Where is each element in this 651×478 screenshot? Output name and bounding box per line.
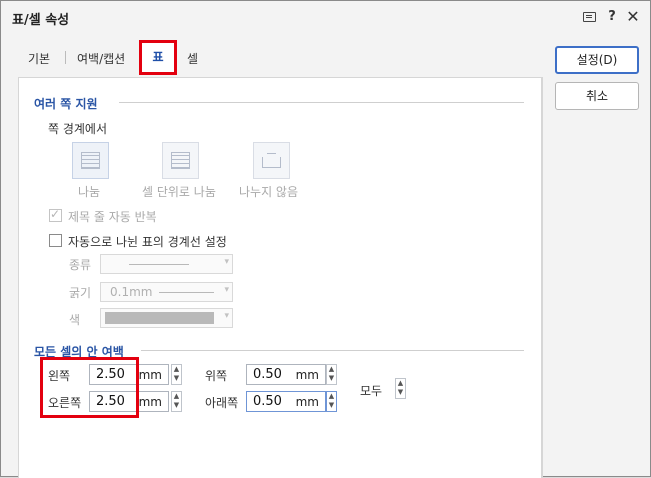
tab-table[interactable]: 표 <box>139 40 177 75</box>
auto-border-checkbox[interactable] <box>49 234 62 247</box>
tab-margin-caption[interactable]: 여백/캡션 <box>77 50 125 67</box>
unit-label: mm <box>295 395 319 409</box>
repeat-header-checkbox[interactable] <box>49 207 62 222</box>
top-margin-spinner[interactable]: ▲ ▼ <box>326 364 337 385</box>
section-multi-page-title: 여러 쪽 지원 <box>34 97 98 111</box>
line-color-dropdown[interactable]: ▾ <box>100 308 233 328</box>
highlight-frame <box>40 357 139 418</box>
no-split-button[interactable] <box>253 142 290 179</box>
bottom-margin-spinner[interactable]: ▲ ▼ <box>326 391 337 412</box>
section-divider <box>119 102 524 103</box>
dialog-title: 표/셀 속성 <box>12 13 70 28</box>
split-table-button[interactable] <box>72 142 109 179</box>
no-split-label: 나누지 않음 <box>239 185 299 199</box>
top-margin-label: 위쪽 <box>205 369 228 383</box>
chevron-down-icon: ▾ <box>224 257 229 267</box>
top-margin-value: 0.50 <box>253 367 282 382</box>
help-icon[interactable]: ? <box>603 8 621 26</box>
top-margin-input[interactable]: 0.50 mm <box>246 364 326 385</box>
chevron-down-icon: ▾ <box>224 311 229 321</box>
unit-label: mm <box>138 368 162 382</box>
split-table-label: 나눔 <box>78 185 101 199</box>
section-divider <box>141 350 524 351</box>
line-thickness-label: 굵기 <box>69 286 92 300</box>
line-kind-preview <box>129 264 189 265</box>
auto-border-label: 자동으로 나뉜 표의 경계선 설정 <box>68 235 227 249</box>
line-thickness-value: 0.1mm <box>110 285 153 299</box>
tab-cell[interactable]: 셀 <box>187 50 198 67</box>
line-color-swatch <box>105 312 214 324</box>
right-margin-spinner[interactable]: ▲ ▼ <box>171 391 182 412</box>
bottom-margin-label: 아래쪽 <box>205 396 239 410</box>
line-thickness-preview <box>159 292 214 293</box>
tab-bar: 기본 여백/캡션 셀 <box>1 41 541 71</box>
all-margin-label: 모두 <box>360 384 383 398</box>
line-kind-label: 종류 <box>69 258 92 272</box>
page-boundary-label: 쪽 경계에서 <box>48 122 108 136</box>
dialog-window: 표/셀 속성 ? ✕ 기본 여백/캡션 셀 표 여러 쪽 지원 쪽 경계에서 나… <box>0 0 651 478</box>
title-bar: 표/셀 속성 ? ✕ <box>1 1 650 33</box>
tab-divider <box>65 51 66 64</box>
all-margin-spinner[interactable]: ▲ ▼ <box>395 378 406 399</box>
line-color-label: 색 <box>69 313 81 327</box>
no-split-icon <box>262 153 281 168</box>
split-by-cell-button[interactable] <box>162 142 199 179</box>
panel-edge <box>542 77 543 478</box>
ok-button[interactable]: 설정(D) <box>555 46 639 74</box>
bottom-margin-value: 0.50 <box>253 394 282 409</box>
unit-label: mm <box>295 368 319 382</box>
chevron-down-icon: ▾ <box>224 285 229 295</box>
tab-basic[interactable]: 기본 <box>28 50 50 67</box>
comment-icon[interactable] <box>580 8 598 26</box>
split-by-cell-label: 셀 단위로 나눔 <box>142 185 216 199</box>
repeat-header-label: 제목 줄 자동 반복 <box>68 210 157 224</box>
left-margin-spinner[interactable]: ▲ ▼ <box>171 364 182 385</box>
split-table-icon <box>81 152 100 169</box>
cancel-button[interactable]: 취소 <box>555 82 639 110</box>
line-thickness-dropdown[interactable]: 0.1mm ▾ <box>100 282 233 302</box>
bottom-margin-input[interactable]: 0.50 mm <box>246 391 326 412</box>
split-by-cell-icon <box>171 152 190 169</box>
unit-label: mm <box>138 395 162 409</box>
line-kind-dropdown[interactable]: ▾ <box>100 254 233 274</box>
close-icon[interactable]: ✕ <box>624 8 642 26</box>
